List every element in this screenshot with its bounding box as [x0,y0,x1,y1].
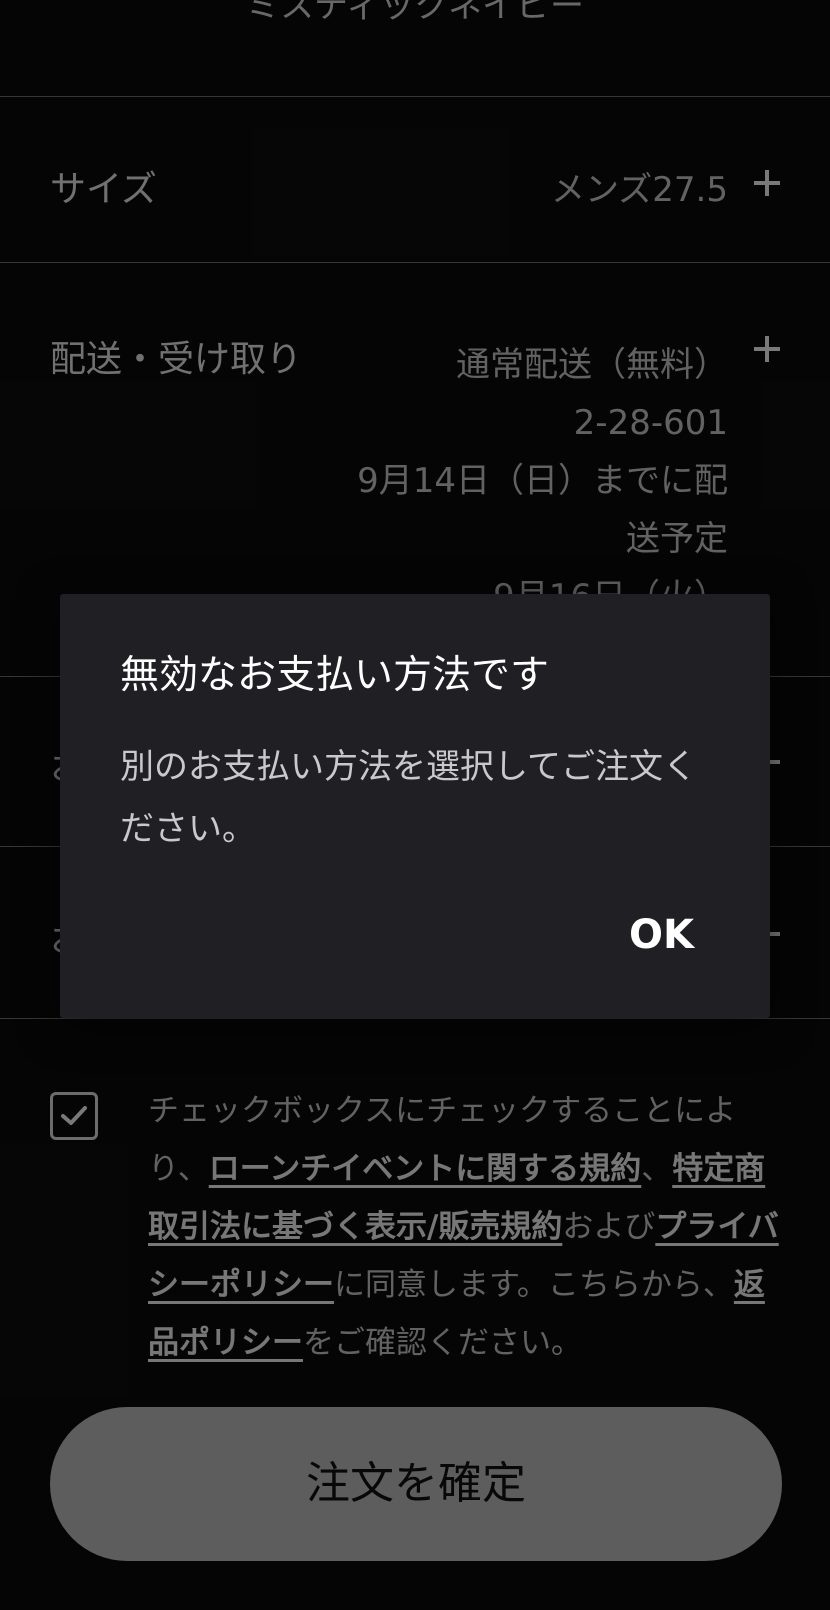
ok-button[interactable]: OK [629,912,694,958]
checkout-page: ミスティックネイビー サイズ メンズ27.5 配送・受け取り 通常配送（無料） … [0,0,830,1610]
dialog-title: 無効なお支払い方法です [120,653,550,698]
alert-dialog: 無効なお支払い方法です 別のお支払い方法を選択してご注文ください。 OK [60,594,770,1018]
dialog-message: 別のお支払い方法を選択してご注文ください。 [120,747,697,849]
